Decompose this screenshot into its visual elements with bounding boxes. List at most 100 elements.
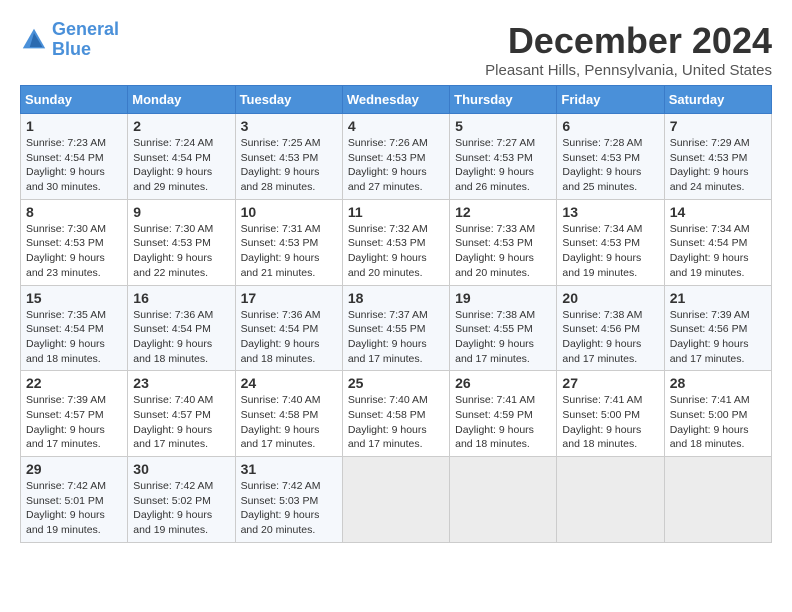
calendar-cell: 5Sunrise: 7:27 AM Sunset: 4:53 PM Daylig… [450, 114, 557, 200]
day-info: Sunrise: 7:39 AM Sunset: 4:56 PM Dayligh… [670, 308, 766, 367]
day-number: 26 [455, 375, 551, 391]
day-number: 4 [348, 118, 444, 134]
day-info: Sunrise: 7:41 AM Sunset: 5:00 PM Dayligh… [670, 393, 766, 452]
day-info: Sunrise: 7:42 AM Sunset: 5:01 PM Dayligh… [26, 479, 122, 538]
day-info: Sunrise: 7:42 AM Sunset: 5:03 PM Dayligh… [241, 479, 337, 538]
day-number: 2 [133, 118, 229, 134]
day-number: 12 [455, 204, 551, 220]
calendar-cell: 14 Sunrise: 7:34 AM Sunset: 4:54 PM Dayli… [664, 199, 771, 285]
day-info: Sunrise: 7:35 AM Sunset: 4:54 PM Dayligh… [26, 308, 122, 367]
header-row: Sunday Monday Tuesday Wednesday Thursday… [21, 86, 772, 114]
calendar-cell [557, 457, 664, 543]
day-number: 14 [670, 204, 766, 220]
day-info: Sunrise: 7:38 AM Sunset: 4:55 PM Dayligh… [455, 308, 551, 367]
calendar-cell: 6 Sunrise: 7:28 AM Sunset: 4:53 PM Daylig… [557, 114, 664, 200]
day-number: 3 [241, 118, 337, 134]
calendar-week-3: 15 Sunrise: 7:35 AM Sunset: 4:54 PM Dayli… [21, 285, 772, 371]
calendar-cell: 16 Sunrise: 7:36 AM Sunset: 4:54 PM Dayli… [128, 285, 235, 371]
col-friday: Friday [557, 86, 664, 114]
calendar-cell: 18Sunrise: 7:37 AM Sunset: 4:55 PM Dayli… [342, 285, 449, 371]
calendar-cell: 21 Sunrise: 7:39 AM Sunset: 4:56 PM Dayli… [664, 285, 771, 371]
day-number: 13 [562, 204, 658, 220]
day-info: Sunrise: 7:28 AM Sunset: 4:53 PM Dayligh… [562, 136, 658, 195]
calendar-cell: 12 Sunrise: 7:33 AM Sunset: 4:53 PM Dayli… [450, 199, 557, 285]
day-info: Sunrise: 7:37 AM Sunset: 4:55 PM Dayligh… [348, 308, 444, 367]
calendar-cell: 11 Sunrise: 7:32 AM Sunset: 4:53 PM Dayli… [342, 199, 449, 285]
day-number: 21 [670, 290, 766, 306]
col-wednesday: Wednesday [342, 86, 449, 114]
day-number: 29 [26, 461, 122, 477]
day-info: Sunrise: 7:25 AM Sunset: 4:53 PM Dayligh… [241, 136, 337, 195]
day-number: 31 [241, 461, 337, 477]
calendar-cell: 25Sunrise: 7:40 AM Sunset: 4:58 PM Dayli… [342, 371, 449, 457]
day-number: 28 [670, 375, 766, 391]
calendar-cell: 30Sunrise: 7:42 AM Sunset: 5:02 PM Dayli… [128, 457, 235, 543]
calendar-cell [664, 457, 771, 543]
calendar-cell: 3 Sunrise: 7:25 AM Sunset: 4:53 PM Daylig… [235, 114, 342, 200]
logo: General Blue [20, 20, 119, 60]
calendar-cell: 1Sunrise: 7:23 AM Sunset: 4:54 PM Daylig… [21, 114, 128, 200]
logo-line2: Blue [52, 39, 91, 59]
day-info: Sunrise: 7:40 AM Sunset: 4:58 PM Dayligh… [241, 393, 337, 452]
col-tuesday: Tuesday [235, 86, 342, 114]
calendar-cell: 13 Sunrise: 7:34 AM Sunset: 4:53 PM Dayli… [557, 199, 664, 285]
calendar-cell: 7 Sunrise: 7:29 AM Sunset: 4:53 PM Daylig… [664, 114, 771, 200]
day-number: 5 [455, 118, 551, 134]
logo-icon [20, 26, 48, 54]
calendar-cell: 24 Sunrise: 7:40 AM Sunset: 4:58 PM Dayli… [235, 371, 342, 457]
calendar-cell: 19 Sunrise: 7:38 AM Sunset: 4:55 PM Dayli… [450, 285, 557, 371]
calendar-week-4: 22Sunrise: 7:39 AM Sunset: 4:57 PM Dayli… [21, 371, 772, 457]
location-title: Pleasant Hills, Pennsylvania, United Sta… [485, 62, 772, 79]
day-info: Sunrise: 7:40 AM Sunset: 4:57 PM Dayligh… [133, 393, 229, 452]
day-number: 16 [133, 290, 229, 306]
calendar-cell: 31 Sunrise: 7:42 AM Sunset: 5:03 PM Dayli… [235, 457, 342, 543]
day-info: Sunrise: 7:34 AM Sunset: 4:53 PM Dayligh… [562, 222, 658, 281]
calendar-cell: 20Sunrise: 7:38 AM Sunset: 4:56 PM Dayli… [557, 285, 664, 371]
calendar-week-5: 29 Sunrise: 7:42 AM Sunset: 5:01 PM Dayli… [21, 457, 772, 543]
day-info: Sunrise: 7:36 AM Sunset: 4:54 PM Dayligh… [133, 308, 229, 367]
day-info: Sunrise: 7:30 AM Sunset: 4:53 PM Dayligh… [133, 222, 229, 281]
day-info: Sunrise: 7:31 AM Sunset: 4:53 PM Dayligh… [241, 222, 337, 281]
day-number: 15 [26, 290, 122, 306]
col-monday: Monday [128, 86, 235, 114]
calendar-cell: 17 Sunrise: 7:36 AM Sunset: 4:54 PM Dayli… [235, 285, 342, 371]
calendar-cell: 22Sunrise: 7:39 AM Sunset: 4:57 PM Dayli… [21, 371, 128, 457]
calendar-cell: 27 Sunrise: 7:41 AM Sunset: 5:00 PM Dayli… [557, 371, 664, 457]
month-title: December 2024 [485, 20, 772, 62]
day-info: Sunrise: 7:24 AM Sunset: 4:54 PM Dayligh… [133, 136, 229, 195]
day-info: Sunrise: 7:41 AM Sunset: 4:59 PM Dayligh… [455, 393, 551, 452]
calendar-cell: 23Sunrise: 7:40 AM Sunset: 4:57 PM Dayli… [128, 371, 235, 457]
title-block: December 2024 Pleasant Hills, Pennsylvan… [485, 20, 772, 79]
calendar-cell: 28 Sunrise: 7:41 AM Sunset: 5:00 PM Dayli… [664, 371, 771, 457]
day-number: 7 [670, 118, 766, 134]
day-info: Sunrise: 7:41 AM Sunset: 5:00 PM Dayligh… [562, 393, 658, 452]
day-info: Sunrise: 7:34 AM Sunset: 4:54 PM Dayligh… [670, 222, 766, 281]
day-number: 10 [241, 204, 337, 220]
day-info: Sunrise: 7:29 AM Sunset: 4:53 PM Dayligh… [670, 136, 766, 195]
calendar-cell: 2 Sunrise: 7:24 AM Sunset: 4:54 PM Daylig… [128, 114, 235, 200]
logo-text: General Blue [52, 20, 119, 60]
calendar-cell [342, 457, 449, 543]
day-number: 30 [133, 461, 229, 477]
day-info: Sunrise: 7:33 AM Sunset: 4:53 PM Dayligh… [455, 222, 551, 281]
header: General Blue December 2024 Pleasant Hill… [20, 20, 772, 79]
calendar-cell: 15 Sunrise: 7:35 AM Sunset: 4:54 PM Dayli… [21, 285, 128, 371]
day-number: 11 [348, 204, 444, 220]
day-info: Sunrise: 7:26 AM Sunset: 4:53 PM Dayligh… [348, 136, 444, 195]
day-info: Sunrise: 7:36 AM Sunset: 4:54 PM Dayligh… [241, 308, 337, 367]
day-number: 24 [241, 375, 337, 391]
calendar-cell: 9Sunrise: 7:30 AM Sunset: 4:53 PM Daylig… [128, 199, 235, 285]
day-number: 22 [26, 375, 122, 391]
day-number: 6 [562, 118, 658, 134]
calendar-cell: 29 Sunrise: 7:42 AM Sunset: 5:01 PM Dayli… [21, 457, 128, 543]
col-sunday: Sunday [21, 86, 128, 114]
day-number: 19 [455, 290, 551, 306]
calendar-cell [450, 457, 557, 543]
day-info: Sunrise: 7:32 AM Sunset: 4:53 PM Dayligh… [348, 222, 444, 281]
day-number: 1 [26, 118, 122, 134]
logo-line1: General [52, 19, 119, 39]
calendar-week-2: 8Sunrise: 7:30 AM Sunset: 4:53 PM Daylig… [21, 199, 772, 285]
day-number: 27 [562, 375, 658, 391]
day-number: 17 [241, 290, 337, 306]
day-info: Sunrise: 7:40 AM Sunset: 4:58 PM Dayligh… [348, 393, 444, 452]
